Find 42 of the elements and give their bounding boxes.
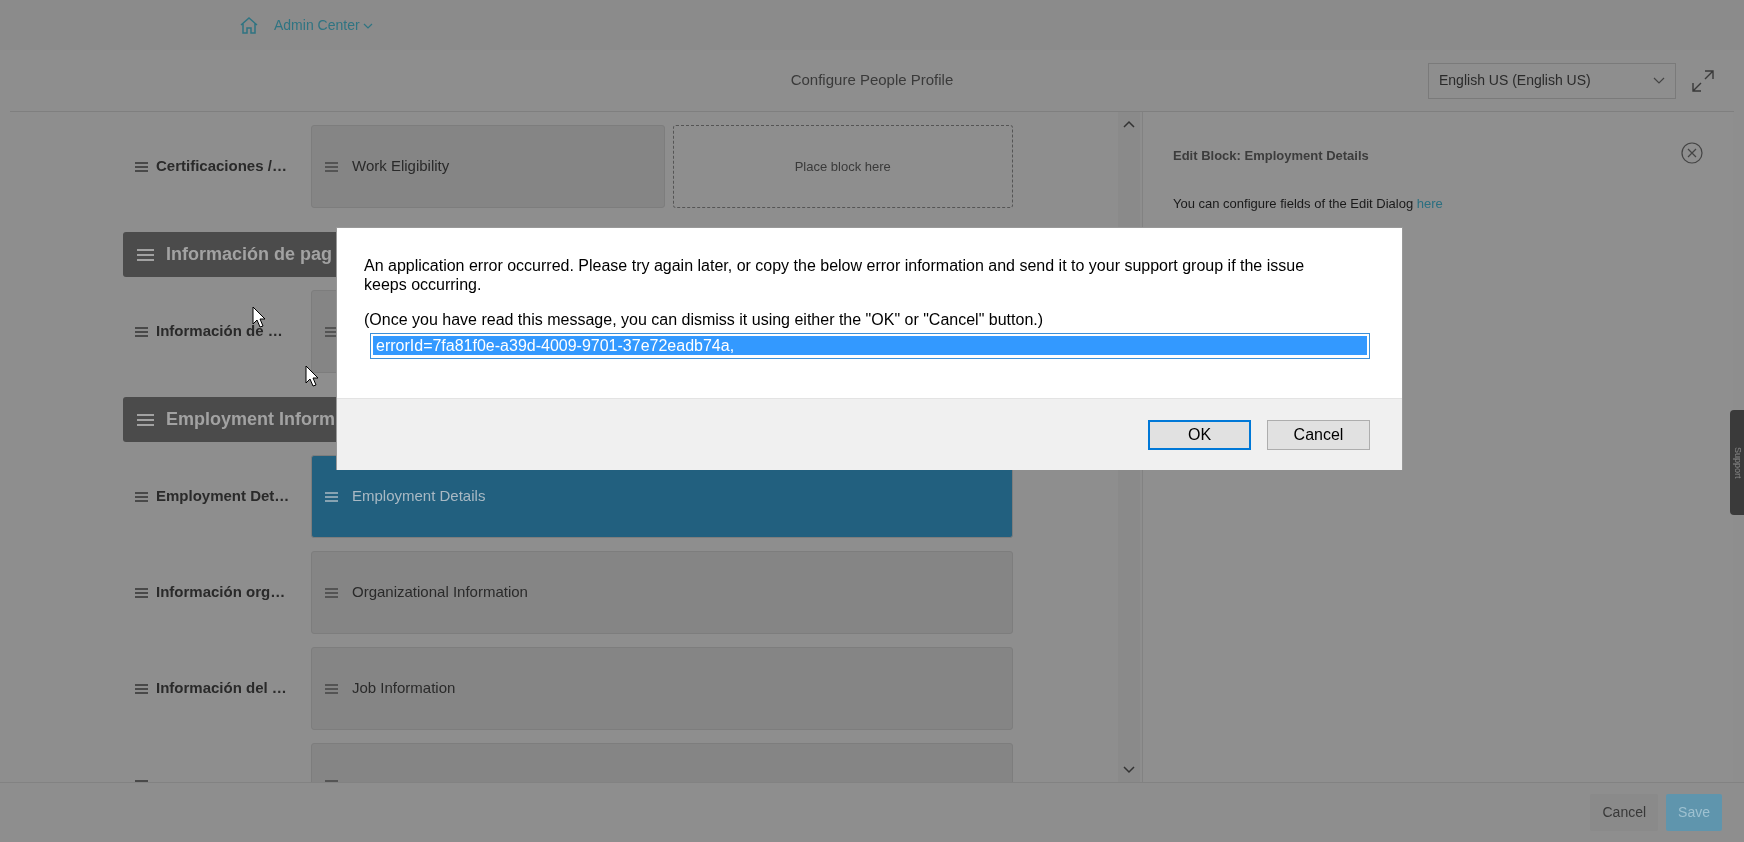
drag-handle-icon[interactable] [325,326,338,337]
mouse-pointer-icon [305,365,319,387]
profile-block[interactable]: Job Information [311,647,1013,730]
home-icon[interactable] [240,16,258,34]
support-tab[interactable]: Support [1730,410,1744,515]
scroll-down-icon[interactable] [1123,766,1135,774]
profile-block[interactable]: Organizational Information [311,551,1013,634]
language-select[interactable]: English US (English US) [1428,62,1676,99]
drag-handle-icon[interactable] [135,683,148,694]
row-label: Información org… [156,582,286,603]
here-link[interactable]: here [1416,195,1443,211]
close-icon[interactable] [1681,142,1703,164]
drag-handle-icon[interactable] [135,491,148,502]
drag-handle-icon[interactable] [135,161,148,172]
error-field[interactable]: errorId=7fa81f0e-a39d-4009-9701-37e72eadb74a, [370,333,1370,359]
page-title: Configure People Profile [790,70,954,91]
drag-handle-icon[interactable] [135,326,148,337]
section-title: Información de pag [166,243,333,266]
drag-handle-icon[interactable] [325,683,338,694]
section-title: Employment Inform [166,408,335,431]
error-message: An application error occurred. Please try again later, or copy the below error information and send it to your support group if the issue keeps occurring. [364,256,1306,294]
cancel-button[interactable]: Cancel [1267,419,1370,450]
chevron-down-icon [363,22,374,29]
scroll-up-icon[interactable] [1123,120,1135,128]
expand-icon[interactable] [1692,69,1714,92]
drag-handle-icon[interactable] [137,248,154,261]
drag-handle-icon[interactable] [325,161,338,172]
drag-handle-icon[interactable] [325,587,338,598]
panel-title: Edit Block: Employment Details [1173,147,1369,165]
drag-handle-icon[interactable] [137,413,154,426]
row-label: Employment Det… [156,486,290,507]
chevron-down-icon [1653,77,1665,84]
row-label: Información de … [156,321,283,342]
dismiss-note: (Once you have read this message, you can dismiss it using either the "OK" or "Cancel" button.) [364,310,1045,329]
profile-block[interactable]: Work Eligibility [311,125,665,208]
panel-hint: You can configure fields of the Edit Dialog here [1173,194,1444,213]
row-label: Certificaciones /… [156,156,287,177]
ok-button[interactable]: OK [1148,419,1251,450]
row-label: Información del … [156,678,287,699]
drop-zone: Place block here [672,125,1013,208]
drag-handle-icon[interactable] [135,587,148,598]
drag-handle-icon[interactable] [325,491,338,502]
